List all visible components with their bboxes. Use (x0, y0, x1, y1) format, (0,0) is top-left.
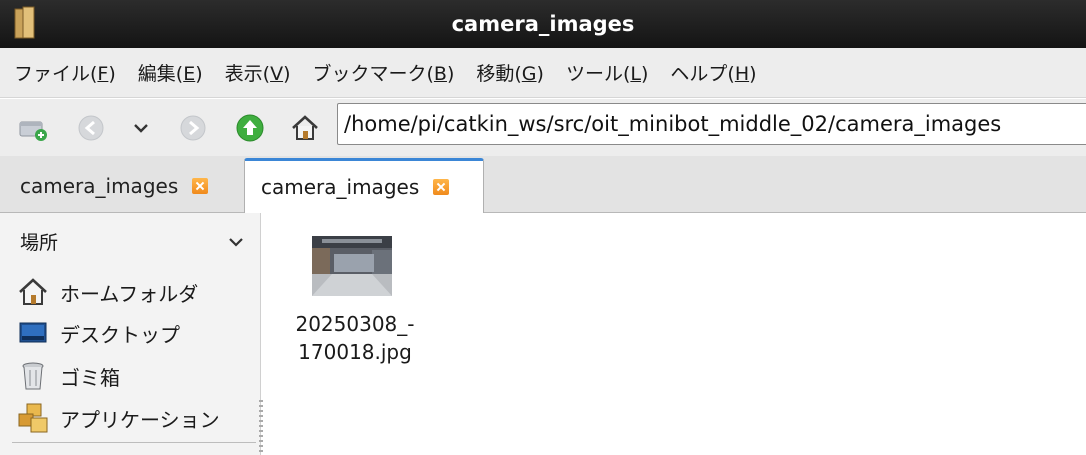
menu-edit[interactable]: 編集(E) (138, 59, 203, 86)
sidebar-item-label: ゴミ箱 (60, 365, 120, 390)
menu-help[interactable]: ヘルプ(H) (670, 59, 756, 86)
back-icon[interactable] (74, 111, 108, 145)
tab-camera-images-2[interactable]: camera_images (244, 158, 484, 213)
home-icon (16, 275, 50, 309)
location-bar[interactable]: /home/pi/catkin_ws/src/oit_minibot_middl… (337, 103, 1086, 145)
pane-resize-handle[interactable] (259, 400, 263, 455)
sidebar-item-label: アプリケーション (60, 407, 220, 432)
chevron-down-icon[interactable] (228, 231, 244, 253)
menu-tools[interactable]: ツール(L) (566, 59, 648, 86)
tab-label: camera_images (20, 174, 179, 198)
title-bar[interactable]: camera_images (0, 0, 1086, 48)
image-thumbnail[interactable] (312, 236, 392, 296)
home-icon[interactable] (288, 111, 322, 145)
sidebar-item-label: デスクトップ (60, 322, 180, 347)
sidebar-item-applications[interactable]: アプリケーション (16, 398, 220, 438)
applications-icon (16, 401, 50, 435)
sidebar-item-label: ホームフォルダ (60, 281, 199, 306)
tab-camera-images-1[interactable]: camera_images (4, 162, 240, 210)
sidebar-divider (12, 442, 256, 443)
history-dropdown-icon[interactable] (124, 111, 158, 145)
new-tab-icon[interactable] (16, 111, 50, 145)
forward-icon[interactable] (176, 111, 210, 145)
menu-bookmarks[interactable]: ブックマーク(B) (312, 59, 454, 86)
menu-file[interactable]: ファイル(F) (14, 59, 116, 86)
file-name-label[interactable]: 20250308_- 170018.jpg (270, 310, 440, 366)
sidebar-item-desktop[interactable]: デスクトップ (16, 313, 180, 353)
menu-go[interactable]: 移動(G) (476, 59, 544, 86)
tab-label: camera_images (261, 175, 420, 199)
sidebar-item-home[interactable]: ホームフォルダ (16, 272, 198, 312)
menu-view[interactable]: 表示(V) (225, 59, 291, 86)
window-title: camera_images (451, 12, 635, 36)
places-label: 場所 (20, 231, 59, 254)
places-header[interactable]: 場所 (0, 213, 258, 269)
menu-bar: ファイル(F) 編集(E) 表示(V) ブックマーク(B) 移動(G) ツール(… (0, 48, 1086, 98)
desktop-icon (16, 316, 50, 350)
close-tab-icon[interactable] (192, 178, 209, 194)
trash-icon (16, 359, 50, 393)
sidebar-item-trash[interactable]: ゴミ箱 (16, 356, 120, 396)
close-tab-icon[interactable] (433, 179, 450, 195)
up-icon[interactable] (233, 111, 267, 145)
